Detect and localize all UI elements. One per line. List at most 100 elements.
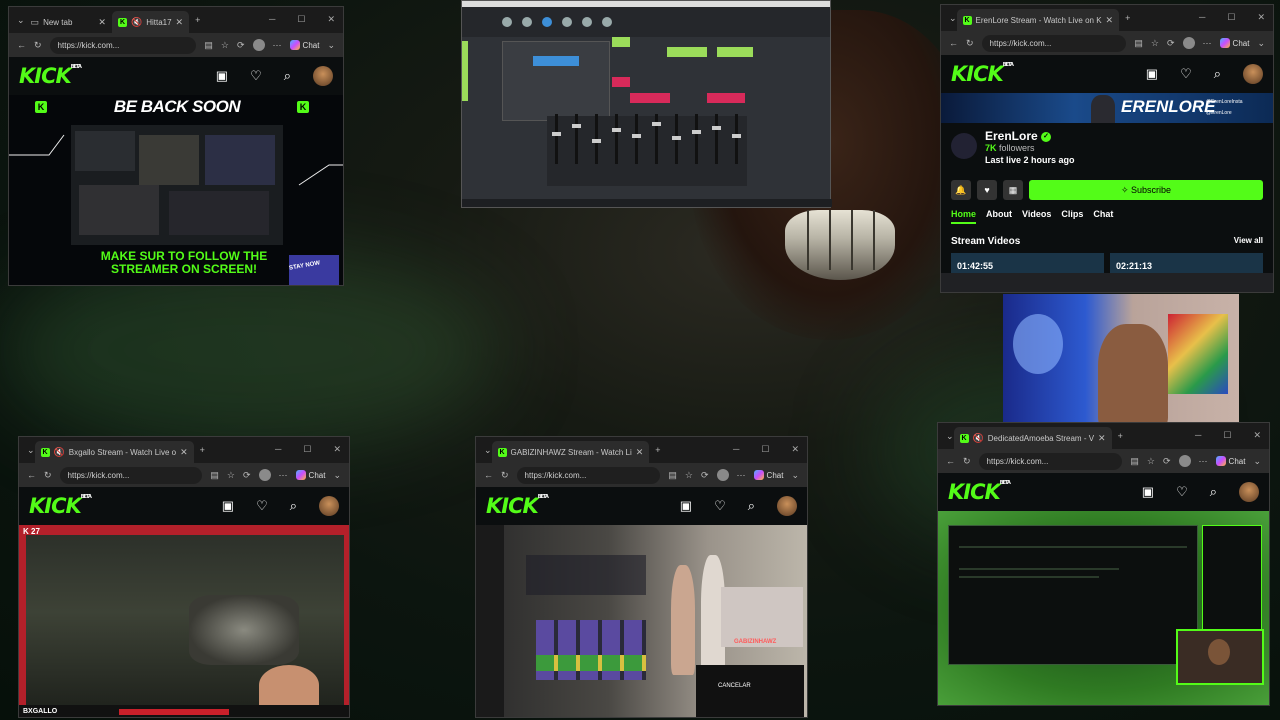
speaker-muted-icon[interactable]: 🔇 [131, 17, 142, 28]
follow-heart-icon[interactable]: ♥ [977, 180, 997, 200]
reader-icon[interactable]: ▤ [1130, 456, 1139, 467]
browse-icon[interactable]: ▣ [1142, 484, 1154, 500]
favorite-icon[interactable]: ☆ [221, 40, 229, 51]
tab-videos[interactable]: Videos [1022, 209, 1051, 224]
kick-logo[interactable]: KICKBETA [29, 494, 92, 518]
search-icon[interactable]: ⌕ [290, 498, 297, 514]
close-window-icon[interactable]: ✕ [1253, 430, 1261, 441]
close-window-icon[interactable]: ✕ [791, 444, 799, 455]
reader-icon[interactable]: ▤ [210, 470, 219, 481]
minimize-icon[interactable]: ─ [1195, 430, 1201, 441]
new-tab-icon[interactable]: + [1118, 431, 1123, 441]
sync-icon[interactable]: ⟳ [1167, 38, 1175, 49]
daw-selected-item[interactable] [533, 56, 579, 66]
profile-icon[interactable] [252, 39, 265, 51]
close-window-icon[interactable]: ✕ [333, 444, 341, 455]
more-icon[interactable]: ⋯ [737, 470, 746, 481]
stream-player[interactable]: BE BACK SOON MAKE SUR TO FOLLOW THE STRE… [9, 95, 343, 285]
reload-icon[interactable]: ↻ [34, 40, 42, 51]
browser-window-bottom-right[interactable]: ⌄ K 🔇 DedicatedAmoeba Stream - V ✕ + ─ ☐ ✕… [937, 422, 1270, 706]
close-window-icon[interactable]: ✕ [327, 14, 335, 25]
tab-about[interactable]: About [986, 209, 1012, 224]
tab-hitta17[interactable]: K 🔇 Hitta17 ✕ [111, 11, 190, 33]
avatar[interactable] [777, 496, 797, 516]
minimize-icon[interactable]: ─ [275, 444, 281, 455]
url-field[interactable]: https://kick.com... [981, 34, 1127, 52]
avatar[interactable] [319, 496, 339, 516]
maximize-icon[interactable]: ☐ [303, 444, 311, 455]
back-icon[interactable]: ← [27, 470, 36, 480]
tab-bar[interactable]: ⌄ K 🔇 DedicatedAmoeba Stream - V ✕ + ─ ☐ ✕ [938, 423, 1269, 449]
chevron-down-icon[interactable]: ⌄ [333, 470, 341, 481]
more-icon[interactable]: ⋯ [273, 40, 282, 51]
tab-dedicatedamoeba[interactable]: K 🔇 DedicatedAmoeba Stream - V ✕ [953, 427, 1112, 449]
avatar[interactable] [1243, 64, 1263, 84]
daw-clip[interactable] [667, 47, 707, 57]
tab-list-icon[interactable]: ⌄ [484, 445, 492, 456]
tab-gabizinhawz[interactable]: K GABIZINHAWZ Stream - Watch Li ✕ [491, 441, 650, 463]
daw-mixer[interactable] [547, 114, 747, 186]
close-tab-icon[interactable]: ✕ [176, 17, 184, 28]
daw-panel[interactable] [502, 41, 610, 121]
kick-logo[interactable]: KICKBETA [19, 64, 82, 88]
follow-heart-icon[interactable]: ♡ [1180, 66, 1192, 82]
search-icon[interactable]: ⌕ [1210, 484, 1217, 500]
reader-icon[interactable]: ▤ [204, 40, 213, 51]
video-thumbnail[interactable]: 02:21:13 [1110, 253, 1263, 273]
follow-heart-icon[interactable]: ♡ [250, 68, 262, 84]
daw-clip[interactable] [717, 47, 753, 57]
reload-icon[interactable]: ↻ [44, 470, 52, 481]
new-tab-icon[interactable]: + [655, 445, 660, 455]
browser-window-bottom-left[interactable]: ⌄ K 🔇 Bxgallo Stream - Watch Live o ✕ + … [18, 436, 350, 718]
maximize-icon[interactable]: ☐ [297, 14, 305, 25]
close-tab-icon[interactable]: ✕ [1106, 15, 1114, 26]
tab-list-icon[interactable]: ⌄ [27, 445, 35, 456]
browse-icon[interactable]: ▣ [222, 498, 234, 514]
reader-icon[interactable]: ▤ [668, 470, 677, 481]
favorite-icon[interactable]: ☆ [1147, 456, 1155, 467]
tab-chat[interactable]: Chat [1093, 209, 1113, 224]
more-icon[interactable]: ⋯ [1199, 456, 1208, 467]
browser-window-top-left[interactable]: ⌄ ▭ New tab ✕ K 🔇 Hitta17 ✕ + ─ ☐ ✕ ← ↻ ht… [8, 6, 344, 286]
copilot-chat-button[interactable]: Chat [289, 40, 319, 50]
new-tab-icon[interactable]: + [195, 15, 200, 25]
tab-bar[interactable]: ⌄ K ErenLore Stream - Watch Live on K ✕ … [941, 5, 1273, 31]
maximize-icon[interactable]: ☐ [761, 444, 769, 455]
gift-icon[interactable]: ▦ [1003, 180, 1023, 200]
channel-avatar[interactable] [951, 133, 977, 159]
close-tab-icon[interactable]: ✕ [98, 17, 106, 28]
copilot-chat-button[interactable]: Chat [753, 470, 783, 480]
search-icon[interactable]: ⌕ [748, 498, 755, 514]
close-window-icon[interactable]: ✕ [1257, 12, 1265, 23]
minimize-icon[interactable]: ─ [269, 14, 275, 25]
new-tab-icon[interactable]: + [1125, 13, 1130, 23]
chevron-down-icon[interactable]: ⌄ [1257, 38, 1265, 49]
profile-icon[interactable] [716, 469, 729, 481]
daw-clip[interactable] [630, 93, 670, 103]
speaker-muted-icon[interactable]: 🔇 [973, 433, 984, 444]
url-field[interactable]: https://kick.com... [59, 466, 203, 484]
avatar[interactable] [313, 66, 333, 86]
reader-icon[interactable]: ▤ [1134, 38, 1143, 49]
kick-logo[interactable]: KICKBETA [951, 62, 1014, 86]
more-icon[interactable]: ⋯ [279, 470, 288, 481]
kick-logo[interactable]: KICKBETA [486, 494, 549, 518]
tab-erenlore[interactable]: K ErenLore Stream - Watch Live on K ✕ [956, 9, 1120, 31]
browse-icon[interactable]: ▣ [680, 498, 692, 514]
search-icon[interactable]: ⌕ [1214, 66, 1221, 82]
back-icon[interactable]: ← [484, 470, 493, 480]
follow-heart-icon[interactable]: ♡ [1176, 484, 1188, 500]
minimize-icon[interactable]: ─ [1199, 12, 1205, 23]
avatar[interactable] [1239, 482, 1259, 502]
tab-bar[interactable]: ⌄ ▭ New tab ✕ K 🔇 Hitta17 ✕ + ─ ☐ ✕ [9, 7, 343, 33]
maximize-icon[interactable]: ☐ [1223, 430, 1231, 441]
daw-window[interactable] [461, 0, 832, 208]
copilot-chat-button[interactable]: Chat [1219, 38, 1249, 48]
maximize-icon[interactable]: ☐ [1227, 12, 1235, 23]
more-icon[interactable]: ⋯ [1203, 38, 1212, 49]
speaker-muted-icon[interactable]: 🔇 [54, 447, 65, 458]
tab-bxgallo[interactable]: K 🔇 Bxgallo Stream - Watch Live o ✕ [34, 441, 194, 463]
view-all-link[interactable]: View all [1234, 236, 1263, 247]
sync-icon[interactable]: ⟳ [237, 40, 245, 51]
profile-icon[interactable] [1178, 455, 1191, 467]
